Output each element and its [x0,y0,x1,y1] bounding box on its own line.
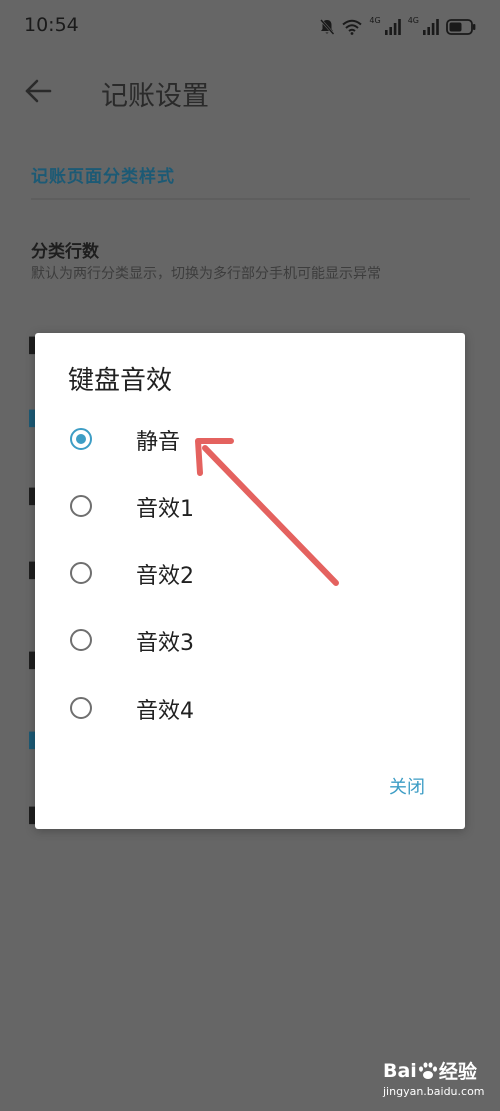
option-label: 音效2 [136,564,194,589]
option-label: 静音 [136,430,181,455]
option-mute[interactable]: 静音 [35,408,465,474]
setting-description: 默认为两行分类显示，切换为多行部分手机可能显示异常 [31,266,381,282]
signal-icon [423,19,439,35]
section-header: 记账页面分类样式 [31,167,175,187]
status-bar: 10:54 4G 4G [0,0,500,56]
arrow-left-icon[interactable] [24,78,52,104]
page-title: 记账设置 [101,81,209,112]
section-divider [31,198,470,200]
dialog-title: 键盘音效 [68,366,173,396]
wifi-icon [342,19,363,35]
option-label: 音效3 [136,631,194,656]
radio-button[interactable] [70,562,92,584]
radio-button[interactable] [70,495,92,517]
close-button[interactable]: 关闭 [367,773,447,803]
signal-icon [384,19,401,35]
mute-bell-icon [320,19,335,35]
option-label: 音效1 [136,497,194,522]
watermark-logo: Bai 经验 [383,1057,477,1084]
status-time: 10:54 [24,14,79,36]
radio-button[interactable] [70,629,92,651]
option-sound-4[interactable]: 音效4 [35,677,465,743]
baidu-jingyan-watermark: Bai 经验 jingyan.baidu.com [383,1057,493,1103]
radio-button-checked[interactable] [70,428,92,450]
paw-icon [418,1061,437,1079]
network-type-label: 4G [369,16,381,25]
setting-title: 分类行数 [31,242,99,262]
watermark-site: jingyan.baidu.com [383,1085,485,1098]
radio-button[interactable] [70,697,92,719]
status-icons: 4G 4G [319,16,476,38]
option-sound-1[interactable]: 音效1 [35,475,465,541]
option-label: 音效4 [136,699,194,724]
watermark-brand-prefix: Bai [383,1059,417,1082]
battery-icon [446,19,476,35]
network-type-label: 4G [407,16,419,25]
option-sound-2[interactable]: 音效2 [35,542,465,608]
option-sound-3[interactable]: 音效3 [35,609,465,675]
watermark-brand-suffix: 经验 [438,1061,477,1083]
keyboard-sound-dialog: 键盘音效 静音 音效1 音效2 音效3 音效4 关闭 [35,333,465,829]
